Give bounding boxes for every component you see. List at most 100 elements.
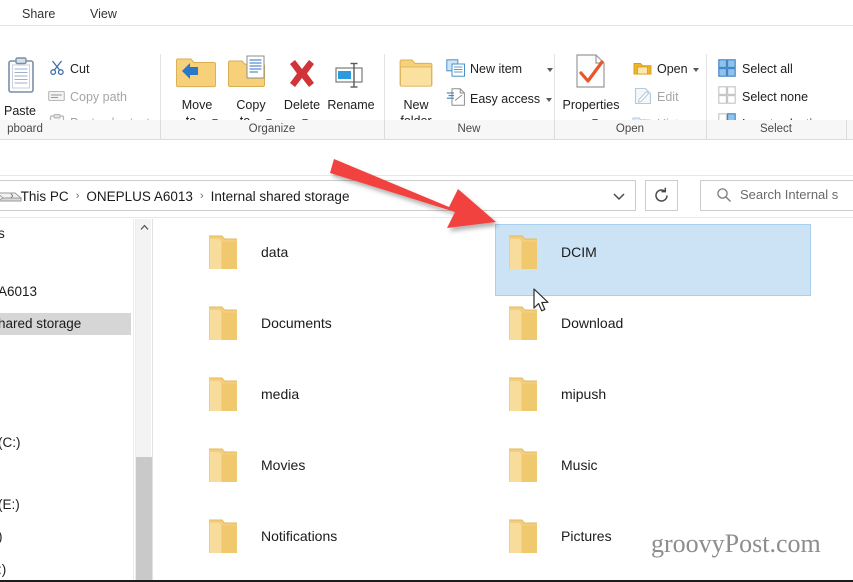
delete-label: Delete bbox=[283, 98, 321, 112]
tab-share[interactable]: Share bbox=[16, 3, 61, 25]
folder-icon bbox=[209, 306, 237, 340]
file-item-movies[interactable]: Movies bbox=[195, 437, 535, 509]
nav-item-internal-shared-storage[interactable]: hared storage bbox=[0, 313, 131, 335]
edit-label: Edit bbox=[657, 90, 679, 104]
folder-icon bbox=[509, 235, 537, 269]
copy-to-icon bbox=[228, 55, 265, 87]
quick-access-row bbox=[0, 140, 853, 296]
properties-icon bbox=[576, 54, 605, 88]
easy-access-icon bbox=[446, 88, 465, 106]
tab-view[interactable]: View bbox=[84, 3, 123, 25]
cut-icon bbox=[50, 60, 64, 75]
delete-icon bbox=[290, 60, 314, 87]
navigation-pane[interactable]: s A6013 hared storage (C:) (E:) ) :) s bbox=[0, 219, 133, 582]
breadcrumb-item-this-pc[interactable]: This PC bbox=[18, 189, 72, 204]
watermark: groovyPost.com bbox=[651, 529, 821, 558]
folder-icon bbox=[509, 519, 537, 553]
cut-label: Cut bbox=[70, 62, 90, 76]
move-to-icon bbox=[176, 58, 216, 88]
file-item-data[interactable]: data bbox=[195, 224, 535, 296]
file-item-mipush[interactable]: mipush bbox=[495, 366, 811, 438]
copy-path-icon bbox=[48, 90, 65, 102]
select-all-label: Select all bbox=[742, 62, 793, 76]
folder-icon bbox=[209, 235, 237, 269]
folder-icon bbox=[509, 306, 537, 340]
select-all-icon bbox=[718, 59, 736, 77]
new-item-label: New item bbox=[470, 62, 523, 76]
group-label-new: New bbox=[457, 123, 481, 135]
nav-item-drive-c[interactable]: (C:) bbox=[0, 432, 131, 454]
file-name: media bbox=[261, 386, 300, 402]
file-item-notifications[interactable]: Notifications bbox=[195, 508, 535, 580]
copy-path-label: Copy path bbox=[70, 90, 127, 104]
ribbon: Paste Cut Copy path Paste bbox=[0, 26, 853, 146]
copy-to-label-1: Copy bbox=[236, 98, 266, 112]
file-name: Music bbox=[561, 457, 598, 473]
group-label-clipboard: pboard bbox=[7, 123, 43, 135]
chevron-up-icon bbox=[140, 224, 148, 230]
breadcrumb-item-internal-shared-storage[interactable]: Internal shared storage bbox=[208, 189, 353, 204]
group-label-separator bbox=[706, 120, 707, 140]
file-item-dcim[interactable]: DCIM bbox=[495, 224, 811, 296]
folder-icon bbox=[509, 377, 537, 411]
new-folder-icon bbox=[399, 59, 433, 87]
breadcrumb-item-oneplus-a6013[interactable]: ONEPLUS A6013 bbox=[83, 189, 196, 204]
address-dropdown-button[interactable] bbox=[604, 181, 634, 210]
select-none-icon bbox=[718, 86, 736, 104]
breadcrumb-separator-0: › bbox=[10, 190, 14, 202]
breadcrumb-separator-1: › bbox=[75, 190, 80, 202]
rename-icon bbox=[335, 62, 363, 88]
paste-icon bbox=[8, 57, 34, 93]
breadcrumb-separator-2: › bbox=[199, 190, 204, 202]
easy-access-label: Easy access bbox=[470, 92, 541, 106]
file-item-documents[interactable]: Documents bbox=[195, 295, 535, 367]
rename-label: Rename bbox=[327, 98, 375, 112]
nav-item-drive-e[interactable]: (E:) bbox=[0, 494, 131, 516]
nav-item-oneplus-a6013[interactable]: A6013 bbox=[0, 281, 131, 303]
scrollbar-thumb[interactable] bbox=[136, 457, 152, 582]
select-none-label: Select none bbox=[742, 90, 809, 104]
ribbon-tab-strip: Share View bbox=[0, 0, 853, 26]
group-label-select: Select bbox=[760, 123, 792, 135]
folder-icon bbox=[509, 448, 537, 482]
edit-icon bbox=[634, 87, 652, 105]
file-name: Pictures bbox=[561, 528, 612, 544]
nav-item-5[interactable]: ) bbox=[0, 526, 131, 548]
file-name: mipush bbox=[561, 386, 607, 402]
new-folder-label-1: New bbox=[403, 98, 429, 112]
new-item-icon bbox=[446, 59, 465, 77]
folder-icon bbox=[209, 377, 237, 411]
properties-label: Properties bbox=[562, 98, 620, 112]
file-item-media[interactable]: media bbox=[195, 366, 535, 438]
nav-item-6[interactable]: :) bbox=[0, 559, 131, 581]
group-label-separator bbox=[160, 120, 161, 140]
open-label: Open bbox=[657, 62, 688, 76]
open-caret-icon[interactable] bbox=[693, 68, 699, 72]
nav-item-0[interactable]: s bbox=[0, 223, 131, 245]
group-label-open: Open bbox=[615, 123, 645, 135]
group-label-separator bbox=[384, 120, 385, 140]
paste-label: Paste bbox=[4, 104, 36, 118]
file-name: Download bbox=[561, 315, 624, 331]
file-explorer-window: Share View Paste Cut Copy path Move Copy… bbox=[0, 0, 853, 582]
group-label-separator bbox=[846, 120, 847, 140]
chevron-down-icon bbox=[613, 192, 625, 200]
easy-access-caret-icon[interactable] bbox=[546, 98, 552, 102]
new-item-caret-icon[interactable] bbox=[547, 68, 553, 72]
ribbon-group-label-row: pboard Organize New Open Select bbox=[0, 120, 853, 140]
file-item-download[interactable]: Download bbox=[495, 295, 811, 367]
file-name: DCIM bbox=[561, 244, 597, 260]
nav-pane-scrollbar[interactable] bbox=[135, 219, 152, 582]
search-placeholder: Search Internal s bbox=[740, 187, 839, 202]
scroll-up-button[interactable] bbox=[136, 219, 152, 236]
file-list[interactable]: data DCIM Documents Download media mipus… bbox=[153, 219, 853, 582]
folder-icon bbox=[209, 448, 237, 482]
group-label-separator bbox=[554, 120, 555, 140]
search-icon bbox=[717, 188, 731, 202]
group-label-organize: Organize bbox=[248, 123, 296, 135]
file-name: Movies bbox=[261, 457, 306, 473]
refresh-button[interactable] bbox=[645, 180, 678, 211]
file-item-music[interactable]: Music bbox=[495, 437, 811, 509]
folder-icon bbox=[209, 519, 237, 553]
file-name: Documents bbox=[261, 315, 332, 331]
